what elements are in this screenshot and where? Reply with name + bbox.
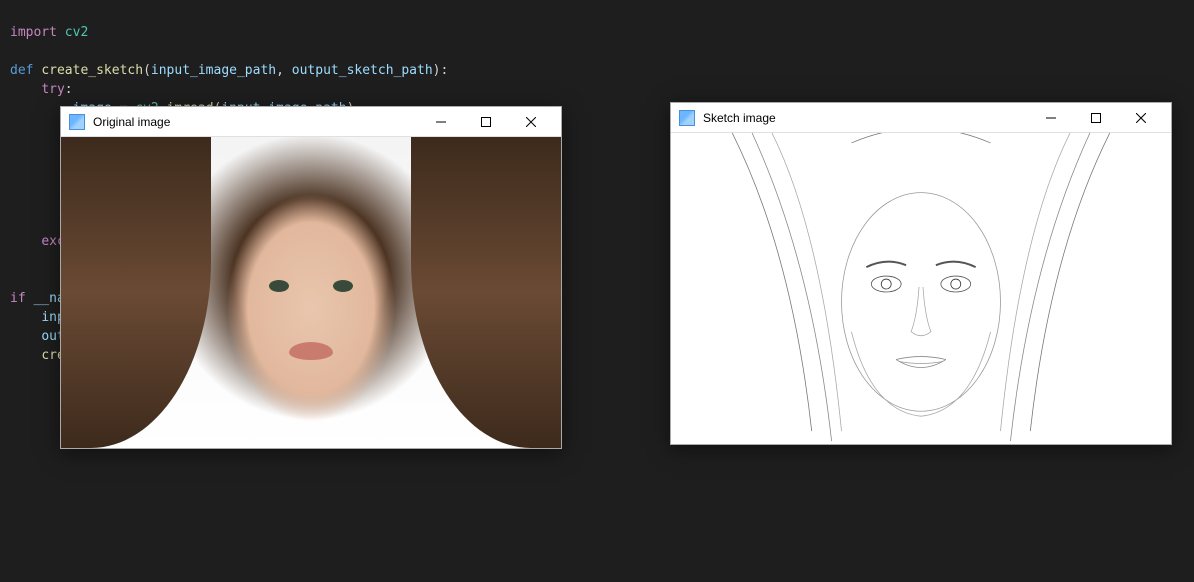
keyword-def: def: [10, 63, 33, 78]
minimize-button[interactable]: [1028, 104, 1073, 132]
window-sketch-image[interactable]: Sketch image: [670, 102, 1172, 445]
title-bar[interactable]: Sketch image: [671, 103, 1171, 133]
close-button[interactable]: [508, 108, 553, 136]
keyword-try: try: [41, 82, 64, 97]
keyword-if: if: [10, 291, 26, 306]
sketch-image-content: [671, 133, 1171, 444]
window-title: Original image: [93, 115, 418, 129]
maximize-button[interactable]: [1073, 104, 1118, 132]
module-cv2: cv2: [65, 25, 88, 40]
portrait-sketch: [671, 133, 1171, 444]
portrait-photo: [61, 137, 561, 448]
window-original-image[interactable]: Original image: [60, 106, 562, 449]
maximize-button[interactable]: [463, 108, 508, 136]
app-icon: [679, 110, 695, 126]
keyword-import: import: [10, 25, 57, 40]
title-bar[interactable]: Original image: [61, 107, 561, 137]
minimize-button[interactable]: [418, 108, 463, 136]
app-icon: [69, 114, 85, 130]
original-image-content: [61, 137, 561, 448]
fn-create-sketch: create_sketch: [41, 63, 143, 78]
window-title: Sketch image: [703, 111, 1028, 125]
close-button[interactable]: [1118, 104, 1163, 132]
